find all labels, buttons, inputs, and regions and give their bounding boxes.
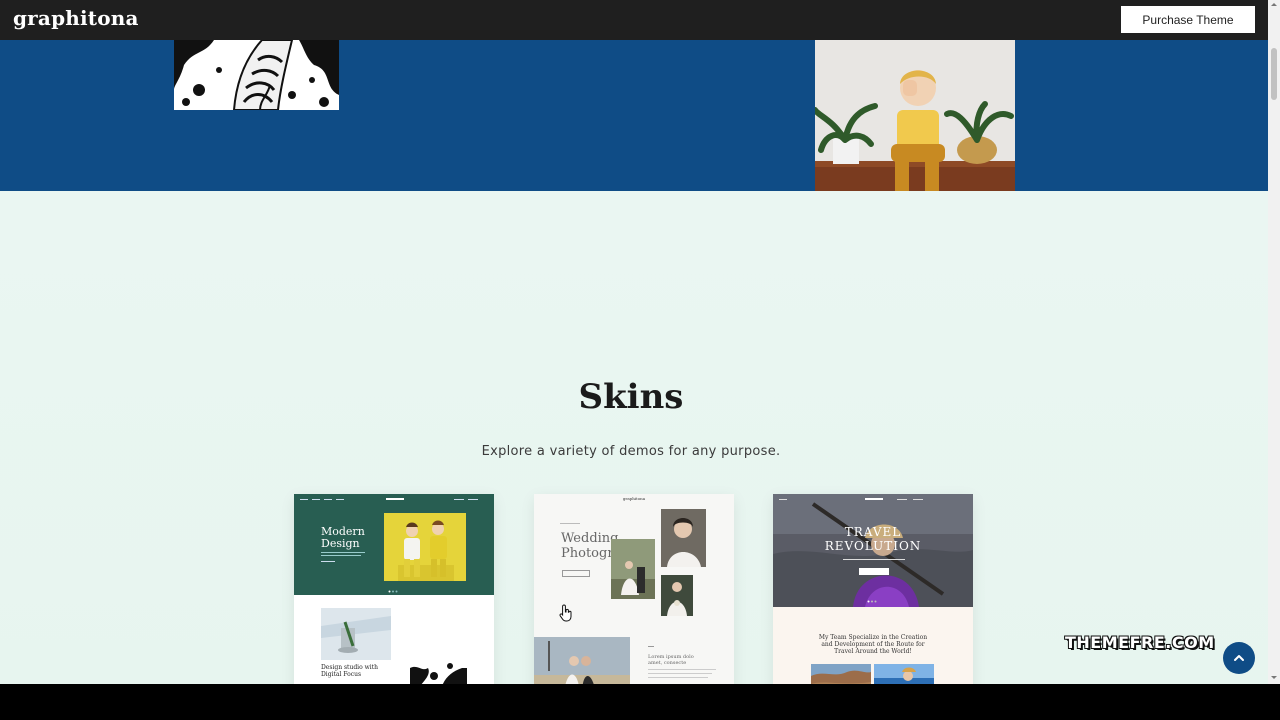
bride-portrait-photo <box>661 509 706 567</box>
travel-mini-nav <box>779 498 923 500</box>
mini-nav <box>300 498 478 500</box>
skin-card-travel-revolution[interactable]: TRAVEL REVOLUTION My Team Specialize in … <box>773 494 973 684</box>
modern-design-hero: Modern Design <box>294 494 494 595</box>
page: graphitona Purchase Theme Skins Explore … <box>0 0 1268 684</box>
child-with-plants-photo <box>815 40 1015 191</box>
couple-kiss-photo <box>534 637 630 684</box>
travel-subtext <box>843 559 905 560</box>
bride-bouquet-photo <box>661 575 693 616</box>
site-logo[interactable]: graphitona <box>13 6 139 30</box>
vertical-scrollbar[interactable] <box>1268 0 1280 684</box>
purchase-theme-button[interactable]: Purchase Theme <box>1121 6 1255 33</box>
travel-person-photo <box>874 664 934 684</box>
wedding-cta-button[interactable] <box>562 570 590 577</box>
eyebrow-line <box>560 523 580 524</box>
wedding-logo: graphitona <box>622 496 646 501</box>
scroll-up-arrow-icon[interactable] <box>1270 0 1278 10</box>
travel-cta-button[interactable] <box>859 568 889 575</box>
skin-card-wedding-photographer[interactable]: graphitona Wedding Photographer Lorem ip… <box>534 494 734 684</box>
skins-subtitle: Explore a variety of demos for any purpo… <box>481 444 781 459</box>
hand-pointer-icon <box>559 604 572 622</box>
travel-hero: TRAVEL REVOLUTION <box>773 494 973 607</box>
skins-section: Skins Explore a variety of demos for any… <box>0 191 1268 684</box>
tattoo-artwork-image <box>174 40 339 110</box>
travel-section-heading: My Team Specialize in the Creation and D… <box>818 634 928 655</box>
travel-slider-dots[interactable] <box>867 600 879 603</box>
wedding-caption: Lorem ipsum dolo amet, consecte <box>648 654 694 666</box>
hero-text-lines <box>321 552 365 562</box>
bw-sketch-image <box>410 662 467 684</box>
slider-dots[interactable] <box>388 590 400 593</box>
video-letterbox-bar <box>0 684 1280 720</box>
studio-caption: Design studio with Digital Focus <box>321 664 378 678</box>
caption-eyebrow <box>648 646 654 647</box>
skins-heading: Skins <box>578 377 684 417</box>
kids-yellow-photo <box>384 513 466 581</box>
top-navigation-bar: graphitona Purchase Theme <box>0 0 1268 40</box>
hero-band <box>0 40 1268 191</box>
studio-object-image <box>321 608 391 660</box>
chevron-up-icon <box>1234 655 1244 661</box>
watermark-text: THEMEFRE.COM <box>1065 633 1215 652</box>
caption-text-lines <box>648 669 716 678</box>
modern-design-title: Modern Design <box>321 525 365 550</box>
scroll-down-arrow-icon[interactable] <box>1270 672 1278 682</box>
couple-outdoor-photo <box>611 539 655 599</box>
skin-card-modern-design[interactable]: Modern Design Design studio with Digital… <box>294 494 494 684</box>
travel-title: TRAVEL REVOLUTION <box>824 525 922 553</box>
travel-cliff-photo <box>811 664 871 684</box>
scrollbar-thumb[interactable] <box>1271 48 1277 100</box>
back-to-top-button[interactable] <box>1223 642 1255 674</box>
